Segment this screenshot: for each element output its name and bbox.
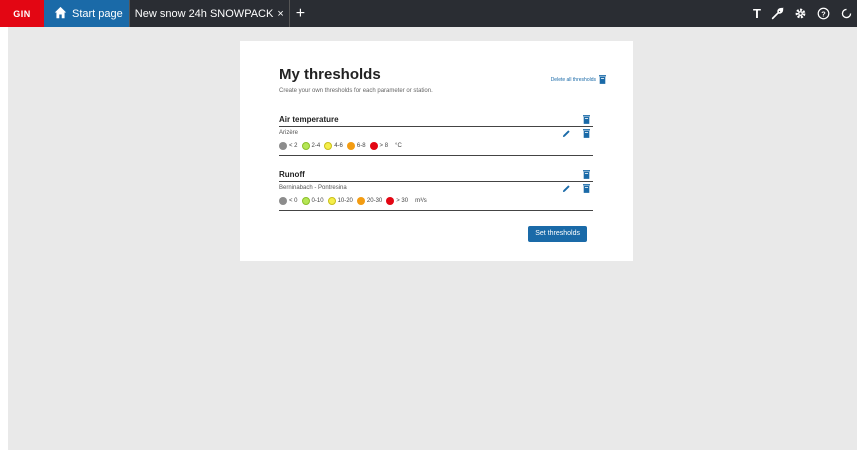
delete-all-button[interactable]: Delete all thresholds [551,75,606,84]
page-subtitle: Create your own thresholds for each para… [279,88,433,94]
threshold-legend: < 2 2-4 4-6 6-8 > 8 °C [279,141,593,151]
level-label: > 30 [396,198,409,204]
level-dot [356,197,365,205]
level-dot [324,142,333,150]
level-dot [369,142,378,150]
level-label: 20-30 [366,198,383,204]
level-label: 6-8 [356,143,366,149]
threshold-section-runoff: Runoff Berninabach - Pontresina < 0 0-10… [279,169,593,211]
unit-label: m³/s [415,198,427,204]
level-dot [301,142,310,150]
home-icon [54,6,67,22]
parameter-name: Air temperature [279,115,339,124]
level-dot [279,197,287,205]
help-icon[interactable]: ? [817,7,830,20]
delete-station-icon[interactable] [583,184,590,193]
tab-label: New snow 24h SNOWPACK [134,7,274,20]
section-divider [279,155,593,156]
station-row: Arizère [279,129,593,139]
level-item: < 2 [279,142,298,150]
station-row: Berninabach - Pontresina [279,184,593,194]
level-dot [301,197,310,205]
main-area: My thresholds Create your own thresholds… [8,27,857,450]
station-name: Berninabach - Pontresina [279,185,347,191]
close-tab-icon[interactable]: × [277,8,283,20]
level-item: 20-30 [356,197,383,205]
level-dot [327,197,336,205]
delete-station-icon[interactable] [583,129,590,138]
parameter-name: Runoff [279,170,305,179]
level-item: 10-20 [327,197,353,205]
unit-label: °C [395,143,402,149]
level-label: > 8 [379,143,389,149]
level-label: 2-4 [311,143,321,149]
page-title: My thresholds [279,66,381,83]
tab-new-snow[interactable]: New snow 24h SNOWPACK × [128,0,289,27]
level-label: < 2 [289,143,298,149]
threshold-legend: < 0 0-10 10-20 20-30 > 30 m³/s [279,196,593,206]
level-label: 4-6 [334,143,343,149]
edit-pencil-icon[interactable] [562,129,571,138]
section-header: Runoff [279,169,593,182]
level-item: > 8 [369,142,389,150]
delete-all-label: Delete all thresholds [550,76,596,83]
account-icon[interactable] [840,7,853,20]
add-tab-button[interactable]: + [288,0,311,27]
station-name: Arizère [279,130,299,136]
level-item: > 30 [386,197,408,205]
svg-text:?: ? [821,9,826,18]
top-bar: GIN Start page New snow 24h SNOWPACK × +… [0,0,857,27]
level-label: < 0 [289,198,298,204]
tab-start-page[interactable]: Start page [44,0,129,27]
section-divider [279,210,593,211]
threshold-section-air-temperature: Air temperature Arizère < 2 2-4 4-6 6-8 … [279,114,593,156]
level-item: 6-8 [346,142,366,150]
level-dot [386,197,395,205]
level-item: 2-4 [301,142,321,150]
tab-label: Start page [72,7,123,20]
level-dot [279,142,287,150]
level-item: < 0 [279,197,298,205]
section-header: Air temperature [279,114,593,127]
delete-parameter-icon[interactable] [583,115,590,124]
toolbar-icons: T ? [753,0,857,27]
set-thresholds-button[interactable]: Set thresholds [528,226,587,242]
text-icon[interactable]: T [753,6,761,21]
trash-icon [599,75,606,84]
thresholds-panel: My thresholds Create your own thresholds… [240,41,633,261]
level-item: 4-6 [324,142,343,150]
edit-pencil-icon[interactable] [562,184,571,193]
level-label: 0-10 [311,198,324,204]
wrench-icon[interactable] [771,7,784,20]
level-dot [346,142,355,150]
gear-icon[interactable] [794,7,807,20]
delete-parameter-icon[interactable] [583,170,590,179]
level-item: 0-10 [301,197,324,205]
level-label: 10-20 [337,198,353,204]
app-logo[interactable]: GIN [0,0,44,27]
